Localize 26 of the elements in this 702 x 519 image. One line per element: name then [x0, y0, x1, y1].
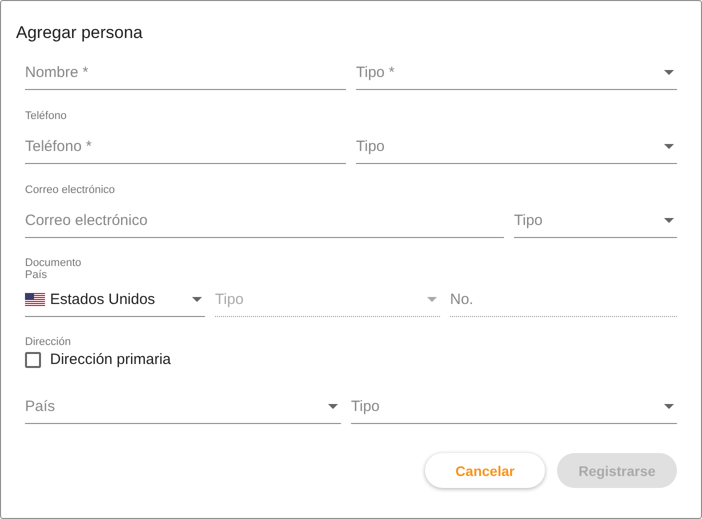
flag-icon	[25, 293, 45, 306]
dialog-title: Agregar persona	[16, 22, 144, 44]
checkbox[interactable]	[25, 352, 41, 368]
caret-icon	[664, 404, 674, 409]
dropdown-field[interactable]: Tipo	[356, 130, 677, 164]
dropdown-field[interactable]: Tipo	[351, 390, 677, 424]
input-field[interactable]: Teléfono *	[25, 130, 346, 164]
dropdown-field[interactable]: Estados Unidos	[25, 283, 205, 317]
input-field[interactable]: Correo electrónico	[25, 204, 504, 238]
dropdown-field[interactable]: Tipo	[514, 204, 677, 238]
section-label: Teléfono	[25, 110, 68, 122]
caret-icon	[664, 144, 674, 149]
dropdown-field[interactable]: País	[25, 390, 341, 424]
input-field[interactable]: Nombre *	[25, 56, 346, 90]
checkbox-label[interactable]: Dirección primaria	[50, 351, 171, 368]
caret-icon	[664, 70, 674, 75]
section-label: Dirección	[25, 336, 72, 348]
section-label: Documento	[25, 257, 82, 269]
dropdown-field[interactable]: Tipo *	[356, 56, 677, 90]
caret-icon	[427, 297, 437, 302]
caret-icon	[328, 404, 338, 409]
section-label: Correo electrónico	[25, 184, 116, 196]
field-label: País	[25, 269, 48, 281]
caret-icon	[664, 218, 674, 223]
cancel-button[interactable]: Cancelar	[425, 453, 545, 488]
caret-icon	[192, 297, 202, 302]
